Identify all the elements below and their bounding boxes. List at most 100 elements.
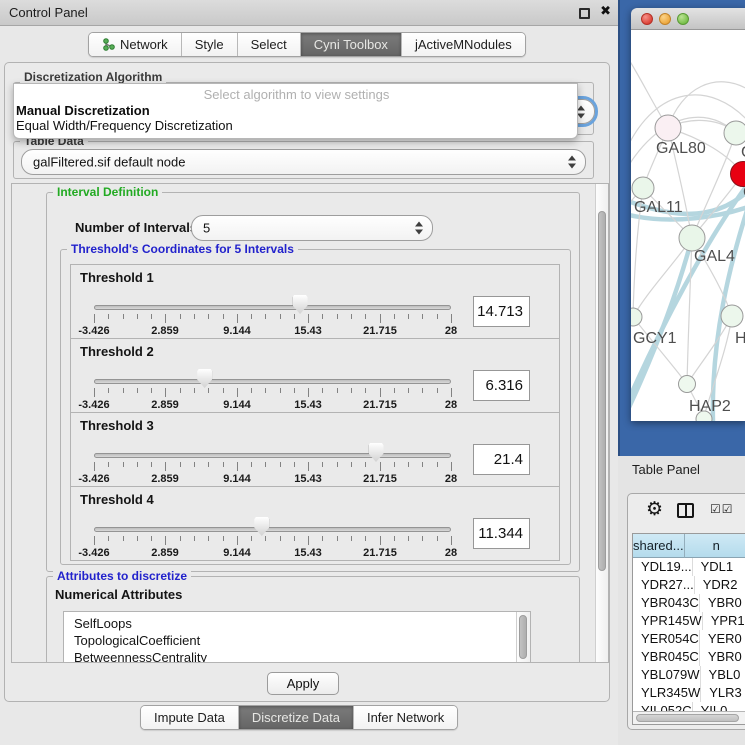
tick-mark [451, 536, 452, 545]
numerical-attributes-label: Numerical Attributes [55, 587, 182, 602]
tick-mark [294, 388, 295, 393]
table-row[interactable]: YBR043CYBR0 [633, 594, 745, 612]
slider-track[interactable] [94, 305, 451, 310]
tab-discretize-data[interactable]: Discretize Data [239, 706, 354, 729]
tick-mark [94, 388, 95, 397]
algorithm-dropdown-popup: Select algorithm to view settings Manual… [13, 83, 578, 139]
tick-mark [408, 536, 409, 541]
table-row[interactable]: YER054CYER0 [633, 630, 745, 648]
apply-button[interactable]: Apply [267, 672, 339, 695]
popup-placeholder: Select algorithm to view settings [14, 87, 577, 102]
settings-scroll-viewport: Interval Definition Number of Intervals … [11, 183, 609, 663]
column-header-shared-name[interactable]: shared... [633, 534, 685, 558]
number-of-intervals-combo[interactable]: 5 [191, 215, 433, 241]
split-columns-icon[interactable] [677, 503, 694, 518]
table-data-combo[interactable]: galFiltered.sif default node [21, 149, 586, 175]
slider-track[interactable] [94, 453, 451, 458]
tick-mark [223, 388, 224, 393]
gear-icon[interactable]: ⚙ [646, 498, 663, 520]
node-h[interactable] [721, 305, 743, 327]
tick-label: -3.426 [64, 399, 124, 411]
table-row[interactable]: YDR27...YDR2 [633, 576, 745, 594]
settings-scrollbar[interactable] [595, 184, 608, 662]
network-canvas[interactable]: GAL80 GA C GAL11 GAL4 GCY1 H HAP2 [631, 30, 745, 421]
minimize-traffic-light-icon[interactable] [659, 13, 671, 25]
tick-label: 28 [421, 547, 481, 559]
close-traffic-light-icon[interactable] [641, 13, 653, 25]
table-row[interactable]: YBR045CYBR0 [633, 648, 745, 666]
tick-mark [308, 314, 309, 323]
tab-cyni-toolbox[interactable]: Cyni Toolbox [301, 33, 402, 56]
slider-thumb[interactable] [254, 517, 269, 536]
tick-label: 28 [421, 325, 481, 337]
tab-style[interactable]: Style [182, 33, 238, 56]
select-columns-icon[interactable]: ☑☑ [710, 502, 734, 516]
slider-thumb[interactable] [293, 295, 308, 314]
tick-mark [294, 462, 295, 467]
control-panel: Control Panel ✖ Network Style Select Cyn… [0, 0, 618, 745]
node-gal80[interactable] [655, 115, 681, 141]
table-row[interactable]: YDL19...YDL1 [633, 558, 745, 576]
threshold-4-value-field[interactable] [473, 518, 530, 549]
tick-label: 2.859 [135, 325, 195, 337]
list-item[interactable]: BetweennessCentrality [64, 649, 530, 663]
tick-mark [322, 462, 323, 467]
network-window-titlebar[interactable] [631, 8, 745, 30]
table-row[interactable]: YPR145WYPR1 [633, 612, 745, 630]
tick-mark [422, 536, 423, 541]
panel-title: Control Panel [9, 0, 88, 26]
popup-option-equal-width-frequency[interactable]: Equal Width/Frequency Discretization [14, 118, 577, 133]
slider-track[interactable] [94, 527, 451, 532]
tick-mark [337, 388, 338, 393]
tick-mark [365, 388, 366, 393]
table-horizontal-scrollbar[interactable] [633, 711, 745, 724]
node-label-gal80: GAL80 [656, 140, 706, 157]
node-gcy1[interactable] [631, 308, 642, 326]
tick-mark [337, 462, 338, 467]
threshold-1-value-field[interactable] [473, 296, 530, 327]
tick-mark [223, 462, 224, 467]
zoom-traffic-light-icon[interactable] [677, 13, 689, 25]
tab-impute-data[interactable]: Impute Data [141, 706, 239, 729]
tick-mark [280, 314, 281, 319]
slider-track[interactable] [94, 379, 451, 384]
tick-mark [137, 462, 138, 467]
slider-thumb[interactable] [369, 443, 384, 462]
node-hap2[interactable] [679, 376, 696, 393]
tick-mark [165, 314, 166, 323]
node-label-hap2: HAP2 [689, 398, 731, 415]
list-item[interactable]: SelfLoops [64, 612, 530, 632]
threshold-label: Threshold 4 [80, 492, 154, 507]
tick-mark [351, 314, 352, 319]
close-icon[interactable]: ✖ [600, 4, 611, 19]
tick-mark [451, 388, 452, 397]
column-header-name[interactable]: n [685, 534, 745, 558]
slider-thumb[interactable] [197, 369, 212, 388]
tick-mark [108, 536, 109, 541]
tick-mark [351, 462, 352, 467]
list-scrollbar[interactable] [516, 612, 530, 663]
popup-option-manual-discretization[interactable]: Manual Discretization [14, 103, 577, 118]
tick-label: 2.859 [135, 547, 195, 559]
tick-mark [237, 536, 238, 545]
threshold-3-value-field[interactable] [473, 444, 530, 475]
tick-mark [251, 536, 252, 541]
tab-jactivemnodules[interactable]: jActiveMNodules [402, 33, 525, 56]
tick-label: 21.715 [350, 547, 410, 559]
threshold-2-value-field[interactable] [473, 370, 530, 401]
float-window-icon[interactable] [579, 8, 590, 19]
tab-network[interactable]: Network [89, 33, 182, 56]
tick-label: 21.715 [350, 399, 410, 411]
tick-mark [165, 462, 166, 471]
list-item[interactable]: TopologicalCoefficient [64, 632, 530, 649]
node-ga[interactable] [724, 121, 745, 145]
node-gal11[interactable] [632, 177, 654, 199]
tick-mark [251, 462, 252, 467]
node-red-selected[interactable] [731, 162, 745, 187]
table-row[interactable]: YLR345WYLR3 [633, 684, 745, 702]
table-row[interactable]: YBL079WYBL0 [633, 666, 745, 684]
scrollbar-thumb[interactable] [636, 714, 739, 722]
scrollbar-thumb[interactable] [598, 211, 606, 571]
tab-select[interactable]: Select [238, 33, 301, 56]
tab-infer-network[interactable]: Infer Network [354, 706, 457, 729]
